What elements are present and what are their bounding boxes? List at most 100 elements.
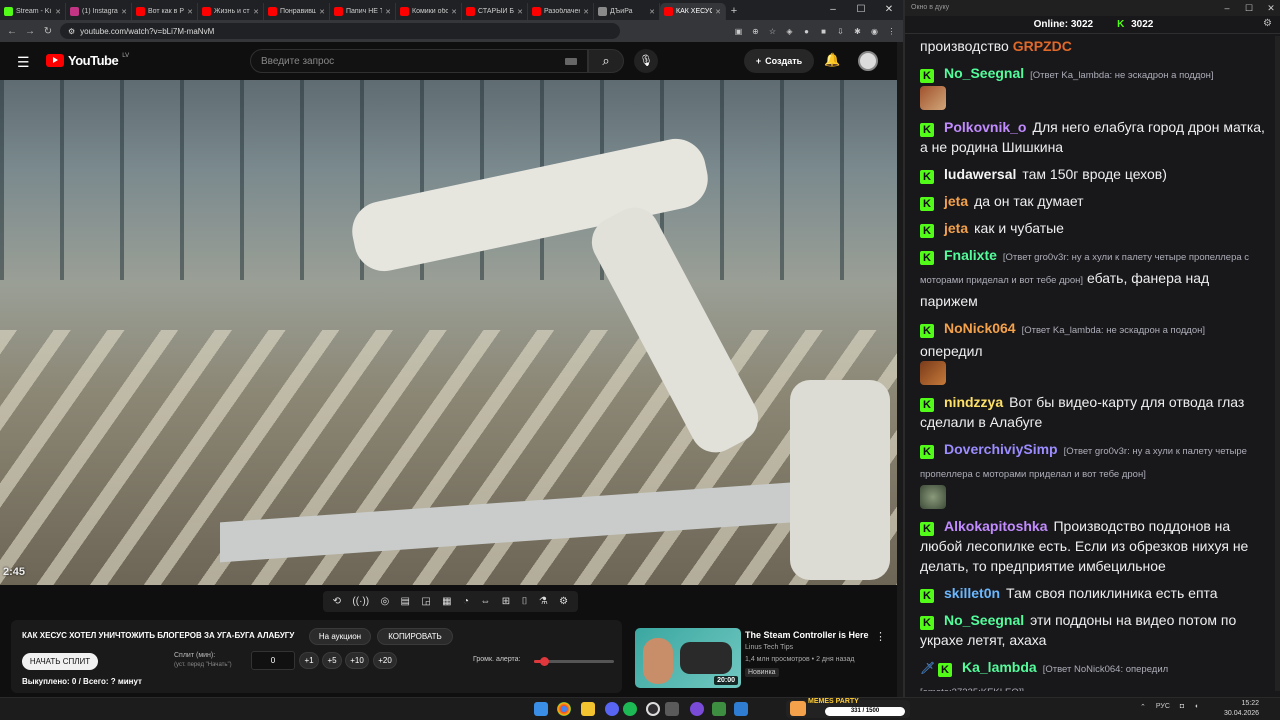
chat-minimize-button[interactable]: – [1216,0,1238,16]
browser-menu-icon[interactable]: ⋮ [886,27,897,36]
picture-in-picture-icon[interactable]: ◲ [421,596,430,607]
site-info-icon[interactable]: ⚙ [68,27,75,36]
search-input[interactable]: Введите запрос [250,49,588,73]
menu-icon[interactable]: ☰ [17,54,30,71]
spotify-icon[interactable] [623,702,637,716]
browser-tab[interactable]: Понравивш ✕ [264,3,330,20]
chat-username[interactable]: Alkokapitoshka [944,518,1047,534]
chat-close-button[interactable]: ✕ [1260,0,1280,16]
chat-maximize-button[interactable]: ☐ [1238,0,1260,16]
app-icon[interactable] [712,702,726,716]
chat-username[interactable]: Polkovnik_o [944,119,1026,135]
screenshot-icon[interactable]: ▣ [733,27,744,36]
chat-settings-gear-icon[interactable]: ⚙ [1263,18,1272,29]
flask-icon[interactable]: ⚗ [539,596,548,607]
tab-close-icon[interactable]: ✕ [649,8,655,16]
reload-icon[interactable]: ↻ [42,26,54,37]
chat-username[interactable]: jeta [944,193,968,209]
chat-username[interactable]: skillet0n [944,585,1000,601]
add-20-button[interactable]: +20 [373,652,397,669]
tray-chevron-icon[interactable]: ⌃ [1140,703,1146,711]
url-field[interactable]: ⚙ youtube.com/watch?v=bLi7M-maNvM [60,23,620,39]
recommended-channel[interactable]: Linus Tech Tips [745,644,793,651]
speed-icon[interactable]: ◔ [463,596,469,607]
tab-close-icon[interactable]: ✕ [319,8,325,16]
recommended-video[interactable]: 20:00 The Steam Controller is Here Linus… [635,628,895,690]
browser-tab[interactable]: ДЪиРа ✕ [594,3,660,20]
chat-username[interactable]: No_Seegnal [944,65,1024,81]
video-player[interactable] [0,80,898,585]
minimize-button[interactable]: – [819,0,847,20]
keyboard-icon[interactable] [565,57,577,65]
tab-close-icon[interactable]: ✕ [121,8,127,16]
recommended-title[interactable]: The Steam Controller is Here [745,630,869,640]
close-button[interactable]: ✕ [875,0,903,20]
obs-icon[interactable] [646,702,660,716]
forward-icon[interactable]: → [24,26,36,37]
language-indicator[interactable]: РУС [1156,703,1170,711]
create-button[interactable]: + Создать [744,49,814,73]
browser-tab[interactable]: Папич НЕ Т ✕ [330,3,396,20]
more-actions-icon[interactable]: ⋮ [875,630,886,643]
eye-icon[interactable]: ◎ [380,596,389,607]
new-tab-button[interactable]: + [726,3,742,20]
browser-tab[interactable]: Stream - Ki ✕ [0,3,66,20]
extension-icon[interactable]: ● [801,27,812,36]
chat-scrollbar[interactable] [1275,36,1280,691]
avatar[interactable] [858,51,878,71]
youtube-logo[interactable]: YouTube LV [46,53,129,68]
download-icon[interactable]: ⇩ [835,27,846,36]
voice-search-button[interactable]: 🎙 [634,49,658,73]
tab-close-icon[interactable]: ✕ [55,8,61,16]
file-explorer-icon[interactable] [581,702,595,716]
chat-username[interactable]: Fnalixte [944,247,997,263]
tab-close-icon[interactable]: ✕ [517,8,523,16]
chat-username[interactable]: jeta [944,220,968,236]
tab-close-icon[interactable]: ✕ [451,8,457,16]
chat-username[interactable]: No_Seegnal [944,612,1024,628]
zoom-icon[interactable]: ⊕ [750,27,761,36]
chat-message-list[interactable]: производство GRPZDC K No_Seegnal [Ответ Ka_… [920,36,1265,691]
settings-gear-icon[interactable]: ⚙ [559,596,568,607]
chat-username[interactable]: DoverchiviySimp [944,441,1058,457]
add-1-button[interactable]: +1 [299,652,319,669]
start-button-icon[interactable] [534,702,548,716]
tab-close-icon[interactable]: ✕ [715,8,721,16]
chat-username[interactable]: NoNick064 [944,320,1016,336]
stretch-icon[interactable]: ⇔ [480,596,490,607]
add-10-button[interactable]: +10 [345,652,369,669]
app-icon[interactable] [665,702,679,716]
discord-icon[interactable] [605,702,619,716]
maximize-button[interactable]: ☐ [847,0,875,20]
subtitles-icon[interactable]: ▦ [442,596,451,607]
split-minutes-input[interactable]: 0 [251,651,295,670]
add-5-button[interactable]: +5 [322,652,342,669]
chat-username[interactable]: Ka_lambda [962,659,1037,675]
tab-close-icon[interactable]: ✕ [385,8,391,16]
alert-volume-slider[interactable] [534,657,614,666]
clock[interactable]: 15:22 30.04.2026 [1224,699,1259,719]
add-frame-icon[interactable]: ⊞ [502,596,510,607]
extensions-puzzle-icon[interactable]: ✱ [852,27,863,36]
video-thumbnail[interactable]: 20:00 [635,628,741,688]
audio-waves-icon[interactable]: ((·)) [352,596,369,607]
app-icon[interactable] [690,702,704,716]
camera-icon[interactable]: ⌷ [521,596,527,607]
on-auction-button[interactable]: На аукцион [309,628,371,645]
extension-icon[interactable]: ◈ [784,27,795,36]
notifications-bell-icon[interactable]: 🔔 [824,52,840,68]
network-icon[interactable]: ◘ [1180,703,1184,711]
bookmark-star-icon[interactable]: ☆ [767,27,778,36]
browser-tab[interactable]: Жизнь и стр ✕ [198,3,264,20]
browser-tab[interactable]: Вот как в Р ✕ [132,3,198,20]
app-icon[interactable] [734,702,748,716]
tab-close-icon[interactable]: ✕ [583,8,589,16]
browser-tab[interactable]: (1) Instagram✕ [66,3,132,20]
profile-icon[interactable]: ◉ [869,27,880,36]
chat-username[interactable]: ludawersal [944,166,1016,182]
browser-tab[interactable]: КАК ХЕСУС ✕ [660,3,726,20]
film-icon[interactable]: ▤ [401,596,410,607]
browser-tab[interactable]: Комики обс ✕ [396,3,462,20]
chat-username[interactable]: nindzzya [944,394,1003,410]
volume-icon[interactable]: ◖ [1194,703,1198,711]
